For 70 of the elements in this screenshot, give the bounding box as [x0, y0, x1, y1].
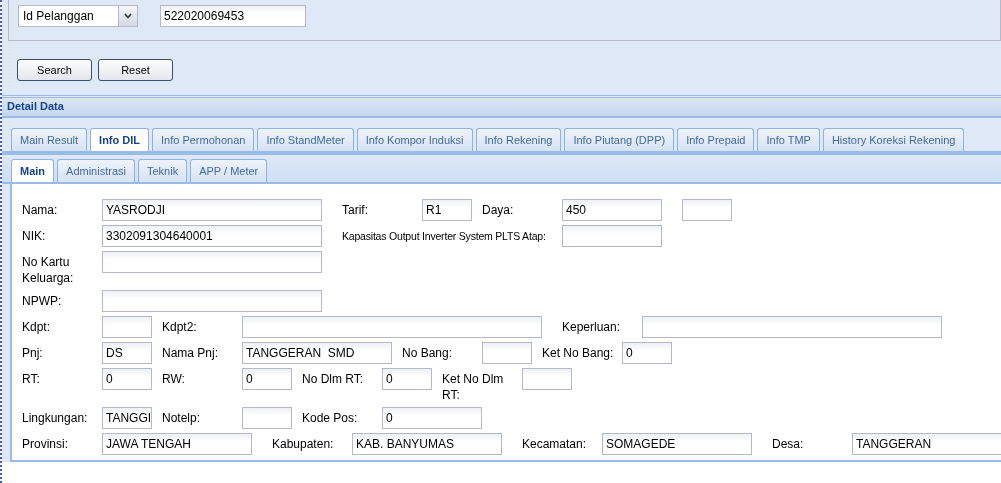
field-label: Kabupaten:	[272, 436, 335, 452]
search-type-dropdown[interactable]: Id Pelanggan	[18, 5, 138, 27]
field-label: Pnj:	[22, 345, 44, 361]
tab[interactable]: Info Rekening	[475, 128, 562, 151]
search-button[interactable]: Search	[17, 59, 92, 81]
field-label: Kapasitas Output Inverter System PLTS Atap:	[342, 229, 547, 244]
text-field[interactable]	[242, 316, 542, 338]
text-field[interactable]: KAB. BANYUMAS	[352, 433, 502, 455]
reset-button[interactable]: Reset	[98, 59, 173, 81]
field-label: Ket No Dlm RT:	[442, 371, 505, 403]
text-field[interactable]: 0	[102, 368, 152, 390]
text-field[interactable]	[682, 199, 732, 221]
field-label: RW:	[162, 371, 186, 387]
field-label: Daya:	[482, 202, 515, 218]
field-label: NPWP:	[22, 293, 63, 309]
tab[interactable]: Info Permohonan	[152, 128, 255, 151]
text-field[interactable]	[242, 407, 292, 429]
text-field[interactable]: DS	[102, 342, 152, 364]
field-label: RT:	[22, 371, 41, 387]
field-label: Nama:	[22, 202, 59, 218]
panel-title: Detail Data	[7, 100, 64, 112]
field-label: No Dlm RT:	[302, 371, 365, 387]
text-field[interactable]: JAWA TENGAH	[102, 433, 252, 455]
tab[interactable]: Info DIL	[90, 128, 149, 151]
field-label: Kdpt:	[22, 319, 52, 335]
text-field[interactable]: TANGGERAN	[852, 433, 1001, 455]
text-field[interactable]: SOMAGEDE	[602, 433, 752, 455]
sub-tab[interactable]: Administrasi	[57, 159, 135, 182]
tab[interactable]: Info StandMeter	[257, 128, 354, 151]
field-label: Provinsi:	[22, 436, 69, 452]
text-field[interactable]	[642, 316, 942, 338]
text-field[interactable]	[562, 225, 662, 247]
text-field[interactable]: 0	[242, 368, 292, 390]
field-label: No Kartu Keluarga:	[22, 254, 75, 286]
text-field[interactable]	[102, 316, 152, 338]
text-field[interactable]: YASRODJI	[102, 199, 322, 221]
text-field[interactable]: 0	[382, 368, 432, 390]
field-label: Tarif:	[342, 202, 369, 218]
text-field[interactable]: 450	[562, 199, 662, 221]
field-label: Kdpt2:	[162, 319, 198, 335]
field-label: Lingkungan:	[22, 410, 89, 426]
tab[interactable]: Info TMP	[757, 128, 820, 151]
tab[interactable]: Info Kompor Induksi	[356, 128, 473, 151]
tab[interactable]: Info Piutang (DPP)	[564, 128, 675, 151]
text-field[interactable]: 0	[382, 407, 482, 429]
text-field[interactable]	[102, 290, 322, 312]
text-field[interactable]: 3302091304640001	[102, 225, 322, 247]
text-field[interactable]	[482, 342, 532, 364]
field-label: Nama Pnj:	[162, 345, 220, 361]
sub-tab[interactable]: APP / Meter	[190, 159, 268, 182]
text-field[interactable]: TANGGERAN SMD	[242, 342, 392, 364]
field-label: Kecamatan:	[522, 436, 588, 452]
text-field[interactable]: R1	[422, 199, 472, 221]
field-label: Notelp:	[162, 410, 202, 426]
search-field[interactable]: 522020069453	[160, 5, 306, 27]
field-label: Desa:	[772, 436, 805, 452]
sub-tab[interactable]: Main	[11, 159, 55, 182]
text-field[interactable]: 0	[622, 342, 672, 364]
tab[interactable]: Main Result	[11, 128, 88, 151]
field-label: No Bang:	[402, 345, 454, 361]
text-field[interactable]	[522, 368, 572, 390]
field-label: NIK:	[22, 228, 47, 244]
field-label: Ket No Bang:	[542, 345, 615, 361]
text-field[interactable]: TANGGI	[102, 407, 152, 429]
field-label: Kode Pos:	[302, 410, 359, 426]
tab[interactable]: Info Prepaid	[677, 128, 755, 151]
sub-tab[interactable]: Teknik	[137, 159, 188, 182]
field-label: Keperluan:	[562, 319, 622, 335]
text-field[interactable]	[102, 251, 322, 273]
tab[interactable]: History Koreksi Rekening	[822, 128, 965, 151]
